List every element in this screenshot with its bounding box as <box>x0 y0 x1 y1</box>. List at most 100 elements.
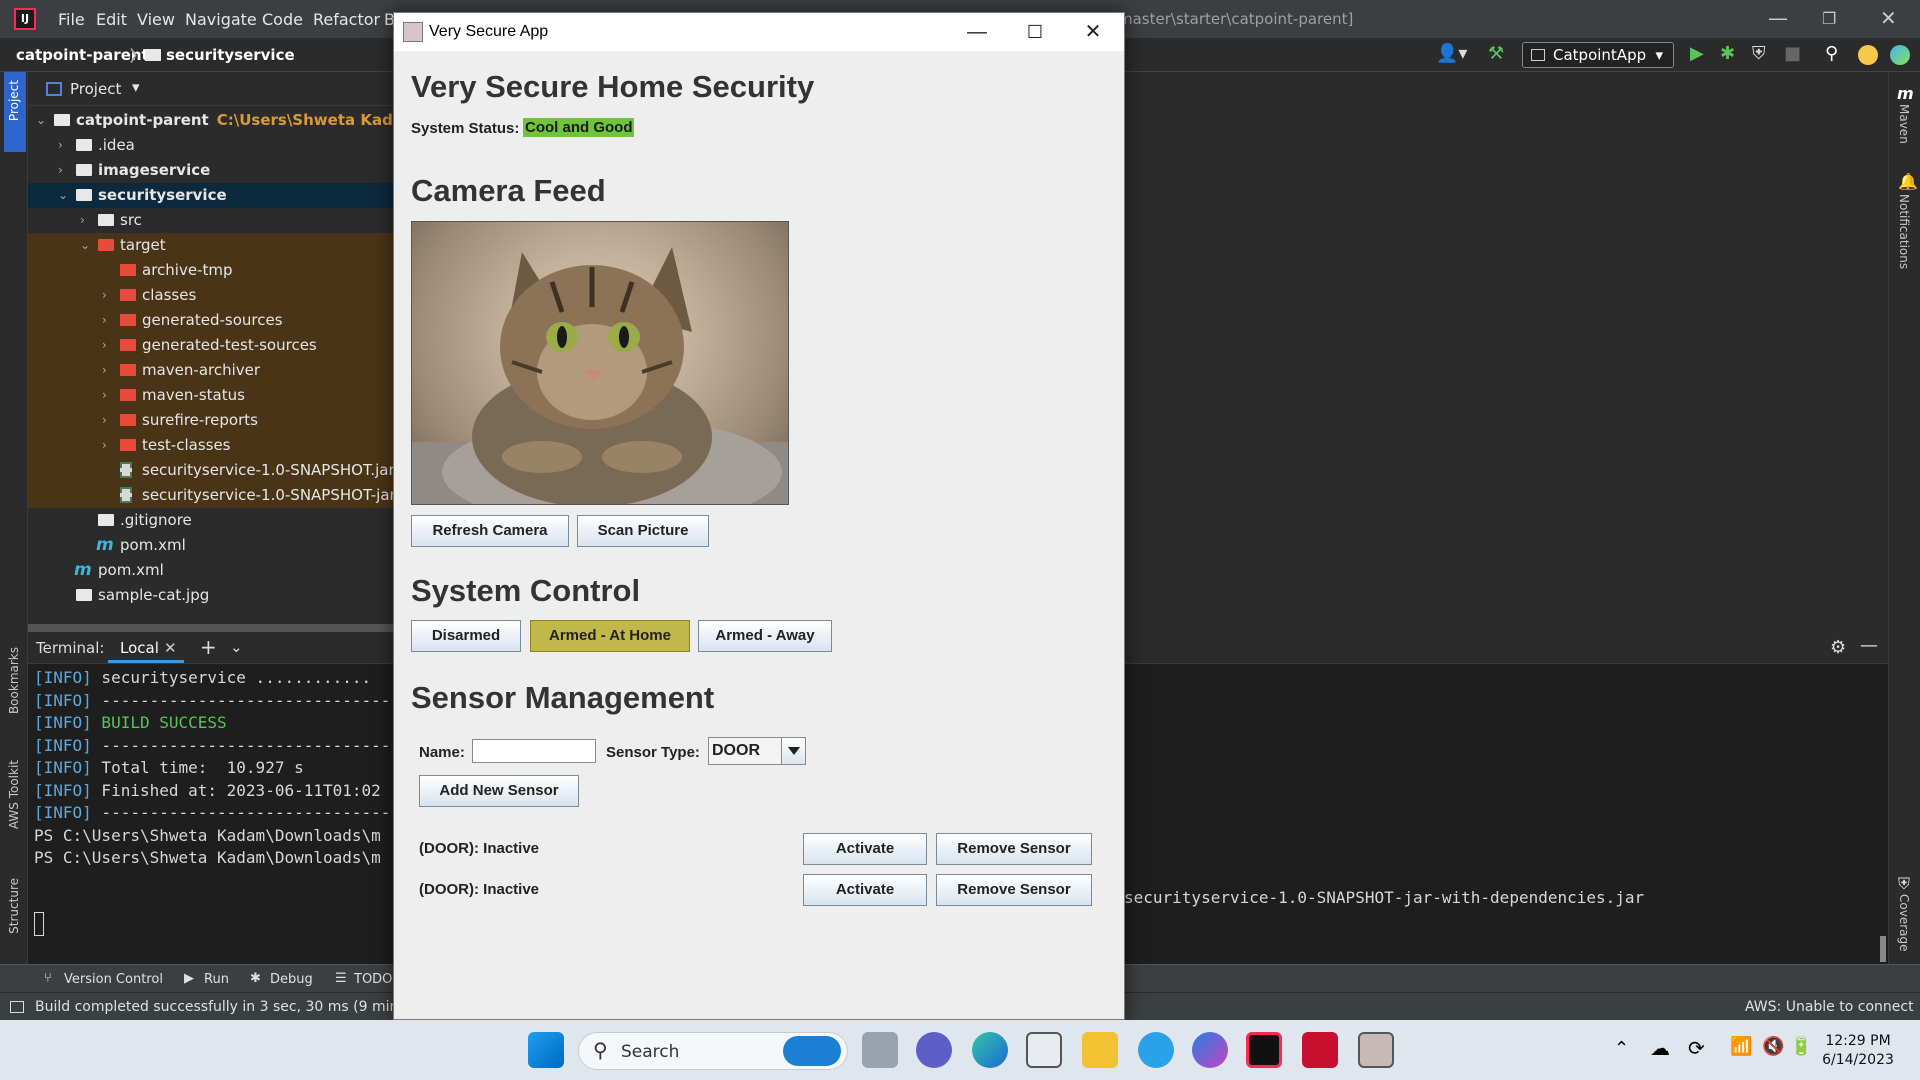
chevron-right-icon[interactable]: › <box>102 333 107 358</box>
run-config-select[interactable]: CatpointApp ▾ <box>1522 42 1674 68</box>
tree-item[interactable]: m pom.xml <box>28 533 393 558</box>
tree-item[interactable]: archive-tmp <box>28 258 393 283</box>
tree-item[interactable]: ⌄ target <box>28 233 393 258</box>
sync-icon[interactable]: ⟳ <box>1688 1036 1705 1060</box>
remove-sensor-button[interactable]: Remove Sensor <box>936 833 1092 865</box>
store-icon[interactable] <box>1026 1032 1062 1068</box>
settings-gear-icon[interactable]: ⚙ <box>1830 637 1846 658</box>
taskbar-clock[interactable]: 12:29 PM 6/14/2023 <box>1808 1032 1908 1070</box>
project-panel-title[interactable]: Project <box>70 80 121 98</box>
taskbar-search[interactable]: ⚲ Search <box>578 1032 848 1070</box>
intellij-logo-icon[interactable]: IJ <box>14 8 36 30</box>
status-panel-icon[interactable] <box>10 1001 24 1013</box>
chevron-right-icon[interactable]: › <box>102 408 107 433</box>
notifications-tab[interactable]: Notifications <box>1897 194 1911 269</box>
tree-item[interactable]: .gitignore <box>28 508 393 533</box>
tree-item[interactable]: m pom.xml <box>28 558 393 583</box>
tree-item[interactable]: › classes <box>28 283 393 308</box>
bing-icon[interactable] <box>783 1036 841 1066</box>
armed-at-home-button[interactable]: Armed - At Home <box>530 620 690 652</box>
close-icon[interactable]: ✕ <box>1070 17 1116 47</box>
search-icon[interactable]: ⚲ <box>1825 43 1838 64</box>
refresh-camera-button[interactable]: Refresh Camera <box>411 515 569 547</box>
add-new-sensor-button[interactable]: Add New Sensor <box>419 775 579 807</box>
horizontal-scrollbar[interactable] <box>28 624 393 632</box>
tree-item[interactable]: › .idea <box>28 133 393 158</box>
armed-away-button[interactable]: Armed - Away <box>698 620 832 652</box>
chevron-right-icon[interactable]: › <box>102 283 107 308</box>
tree-item[interactable]: › generated-test-sources <box>28 333 393 358</box>
disarmed-button[interactable]: Disarmed <box>411 620 521 652</box>
terminal-tab-local[interactable]: Local <box>120 639 159 657</box>
account-icon[interactable]: 👤▾ <box>1436 43 1467 64</box>
tree-item[interactable]: › surefire-reports <box>28 408 393 433</box>
intellij-icon[interactable] <box>1246 1032 1282 1068</box>
tree-item[interactable]: securityservice-1.0-SNAPSHOT.jar <box>28 458 395 483</box>
tree-item[interactable]: ⌄ catpoint-parent C:\Users\Shweta Kadam\Do… <box>28 108 461 133</box>
coverage-tab[interactable]: Coverage <box>1897 894 1911 952</box>
close-tab-icon[interactable]: ✕ <box>164 639 177 657</box>
hide-panel-icon[interactable]: — <box>1860 635 1878 656</box>
run-icon[interactable]: ▶ <box>1690 43 1704 64</box>
update-badge-icon[interactable] <box>1858 45 1878 65</box>
get-help-icon[interactable] <box>1138 1032 1174 1068</box>
maximize-icon[interactable]: ☐ <box>1012 17 1058 47</box>
wifi-icon[interactable]: 📶 <box>1730 1036 1752 1057</box>
menu-refactor[interactable]: Refactor <box>313 10 380 29</box>
edge-browser-icon[interactable] <box>972 1032 1008 1068</box>
menu-code[interactable]: Code <box>262 10 303 29</box>
tree-item[interactable]: sample-cat.jpg <box>28 583 393 608</box>
remove-sensor-button[interactable]: Remove Sensor <box>936 874 1092 906</box>
chevron-right-icon[interactable]: › <box>58 158 63 183</box>
activate-sensor-button[interactable]: Activate <box>803 833 927 865</box>
menu-edit[interactable]: Edit <box>96 10 127 29</box>
chevron-down-icon[interactable]: ⌄ <box>80 233 90 258</box>
build-hammer-icon[interactable]: ⚒ <box>1488 43 1504 64</box>
chevron-right-icon[interactable]: › <box>102 308 107 333</box>
tree-item[interactable]: › generated-sources <box>28 308 393 333</box>
java-app-taskbar-icon[interactable] <box>1358 1032 1394 1068</box>
onedrive-cloud-icon[interactable]: ☁ <box>1650 1036 1670 1060</box>
scan-picture-button[interactable]: Scan Picture <box>577 515 709 547</box>
chevron-down-icon[interactable]: ▾ <box>132 78 140 96</box>
menu-view[interactable]: View <box>137 10 175 29</box>
sensor-type-select[interactable]: DOOR <box>708 737 806 765</box>
new-terminal-icon[interactable]: + <box>200 635 217 659</box>
project-tool-tab[interactable]: Project <box>4 72 26 152</box>
breadcrumb-module[interactable]: securityservice <box>166 46 295 64</box>
activate-sensor-button[interactable]: Activate <box>803 874 927 906</box>
chevron-down-icon[interactable]: ⌄ <box>230 638 243 656</box>
menu-file[interactable]: File <box>58 10 85 29</box>
aws-status-text[interactable]: AWS: Unable to connect <box>1745 999 1914 1015</box>
terminal-scrollbar[interactable] <box>1880 936 1886 962</box>
tab-todo[interactable]: TODO <box>354 972 392 987</box>
aws-toolkit-tab[interactable]: AWS Toolkit <box>7 760 21 829</box>
tab-run[interactable]: Run <box>204 972 229 987</box>
chevron-right-icon[interactable]: › <box>102 433 107 458</box>
menu-navigate[interactable]: Navigate <box>185 10 257 29</box>
minimize-icon[interactable]: — <box>1768 6 1788 30</box>
tree-item[interactable]: › test-classes <box>28 433 393 458</box>
build-status-text[interactable]: Build completed successfully in 3 sec, 3… <box>35 999 421 1015</box>
tab-debug[interactable]: Debug <box>270 972 313 987</box>
close-icon[interactable]: ✕ <box>1880 6 1897 30</box>
chevron-right-icon[interactable]: › <box>102 383 107 408</box>
combo-arrow[interactable] <box>781 738 805 764</box>
bookmarks-tab[interactable]: Bookmarks <box>7 647 21 714</box>
coverage-shield-icon[interactable]: ⛨ <box>1752 43 1766 64</box>
tree-item[interactable]: ⌄ securityservice <box>28 183 393 208</box>
breadcrumb-root[interactable]: catpoint-parent <box>16 46 149 64</box>
restore-icon[interactable]: ❐ <box>1822 9 1836 28</box>
tab-version-control[interactable]: Version Control <box>64 972 163 987</box>
tree-item[interactable]: › imageservice <box>28 158 393 183</box>
structure-tab[interactable]: Structure <box>7 878 21 934</box>
chat-icon[interactable] <box>916 1032 952 1068</box>
stop-icon[interactable]: ■ <box>1784 43 1801 64</box>
mcafee-icon[interactable] <box>1302 1032 1338 1068</box>
chevron-right-icon[interactable]: › <box>58 133 63 158</box>
tree-item[interactable]: › maven-status <box>28 383 393 408</box>
tree-item[interactable]: › maven-archiver <box>28 358 393 383</box>
chevron-down-icon[interactable]: ⌄ <box>58 183 68 208</box>
chevron-up-icon[interactable]: ⌃ <box>1614 1038 1629 1059</box>
tree-item[interactable]: › src <box>28 208 393 233</box>
